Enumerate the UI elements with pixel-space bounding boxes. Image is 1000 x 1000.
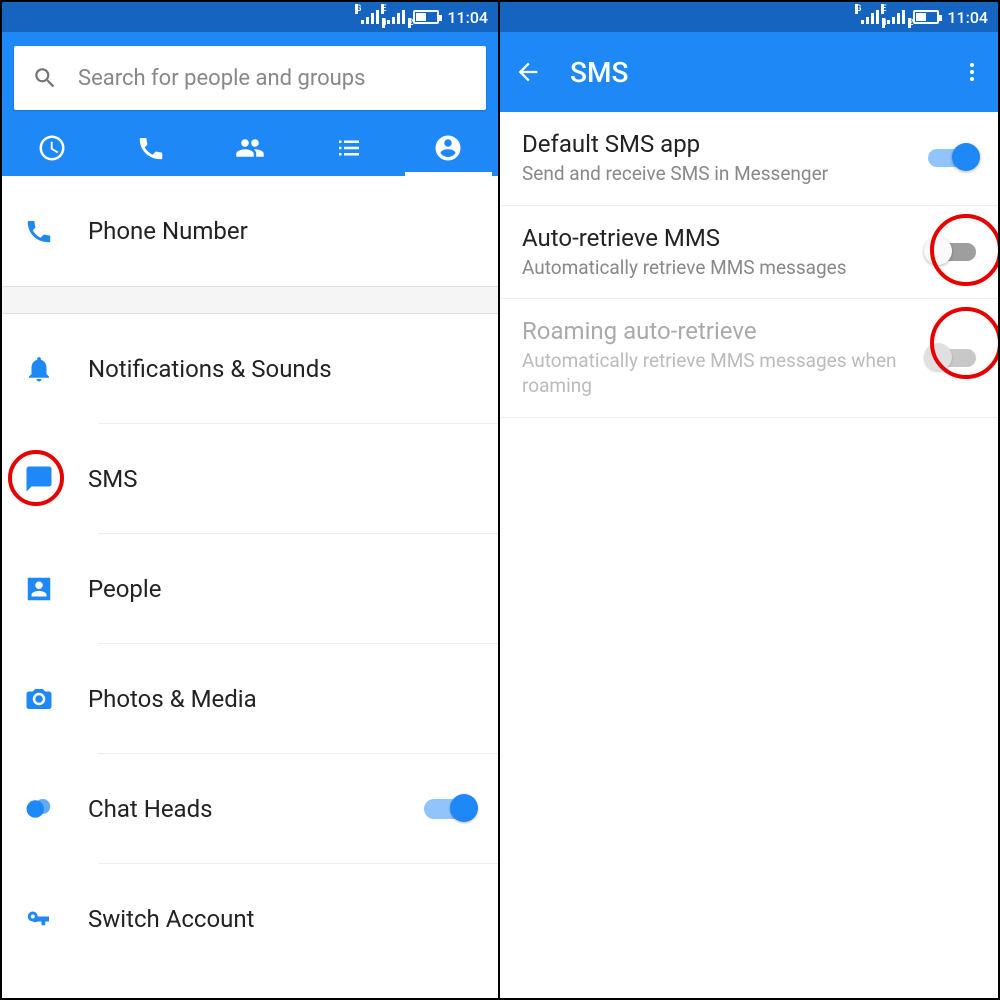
setting-title: Default SMS app <box>522 130 914 158</box>
key-icon <box>24 904 54 934</box>
battery-icon <box>413 10 439 24</box>
person-icon <box>24 574 54 604</box>
row-label: SMS <box>88 465 476 493</box>
row-chat-heads[interactable]: Chat Heads <box>2 754 498 864</box>
tab-groups[interactable] <box>200 120 299 176</box>
setting-default-sms[interactable]: Default SMS app Send and receive SMS in … <box>500 112 998 206</box>
roaming-toggle <box>928 349 976 367</box>
signal-2-icon: E2 <box>387 10 405 24</box>
section-gap <box>2 286 498 314</box>
auto-retrieve-toggle[interactable] <box>928 243 976 261</box>
back-icon[interactable] <box>514 58 542 86</box>
row-label: Photos & Media <box>88 685 476 713</box>
row-phone-number[interactable]: Phone Number <box>2 176 498 286</box>
status-bar: G1 E2 11:04 <box>2 2 498 32</box>
signal-1-icon: G1 <box>861 10 879 24</box>
settings-list: Phone Number Notifications & Sounds SMS … <box>2 176 498 974</box>
chat-heads-icon <box>24 794 54 824</box>
tab-profile[interactable] <box>399 120 498 176</box>
chat-heads-toggle[interactable] <box>424 799 476 819</box>
row-label: Chat Heads <box>88 795 424 823</box>
search-icon <box>32 65 58 91</box>
app-bar: SMS <box>500 32 998 112</box>
row-label: People <box>88 575 476 603</box>
chat-icon <box>24 464 54 494</box>
search-placeholder: Search for people and groups <box>78 66 366 91</box>
row-people[interactable]: People <box>2 534 498 644</box>
bell-icon <box>24 354 54 384</box>
tab-bar <box>2 120 498 176</box>
phone-icon <box>24 216 54 246</box>
setting-subtitle: Automatically retrieve MMS messages when… <box>522 349 914 398</box>
row-sms[interactable]: SMS <box>2 424 498 534</box>
battery-icon <box>913 10 939 24</box>
overflow-menu-icon[interactable] <box>960 60 984 84</box>
tab-calls[interactable] <box>101 120 200 176</box>
row-notifications[interactable]: Notifications & Sounds <box>2 314 498 424</box>
status-time: 11:04 <box>447 8 488 27</box>
setting-subtitle: Send and receive SMS in Messenger <box>522 162 914 187</box>
sms-settings-pane: G1 E2 11:04 SMS Default SMS app Send and… <box>500 2 998 998</box>
default-sms-toggle[interactable] <box>928 149 976 167</box>
search-input[interactable]: Search for people and groups <box>14 46 486 110</box>
row-photos-media[interactable]: Photos & Media <box>2 644 498 754</box>
row-label: Switch Account <box>88 905 476 933</box>
signal-2-icon: E2 <box>887 10 905 24</box>
search-container: Search for people and groups <box>2 32 498 120</box>
tab-recent[interactable] <box>2 120 101 176</box>
page-title: SMS <box>570 56 932 89</box>
setting-title: Roaming auto-retrieve <box>522 317 914 345</box>
status-bar: G1 E2 11:04 <box>500 2 998 32</box>
tab-list[interactable] <box>300 120 399 176</box>
row-label: Phone Number <box>88 217 476 245</box>
setting-title: Auto-retrieve MMS <box>522 224 914 252</box>
setting-subtitle: Automatically retrieve MMS messages <box>522 256 914 281</box>
row-switch-account[interactable]: Switch Account <box>2 864 498 974</box>
camera-icon <box>24 684 54 714</box>
signal-1-icon: G1 <box>361 10 379 24</box>
settings-list-pane: G1 E2 11:04 Search for people and groups… <box>2 2 500 998</box>
row-label: Notifications & Sounds <box>88 355 476 383</box>
setting-roaming-auto: Roaming auto-retrieve Automatically retr… <box>500 299 998 417</box>
setting-auto-retrieve[interactable]: Auto-retrieve MMS Automatically retrieve… <box>500 206 998 300</box>
status-time: 11:04 <box>947 8 988 27</box>
